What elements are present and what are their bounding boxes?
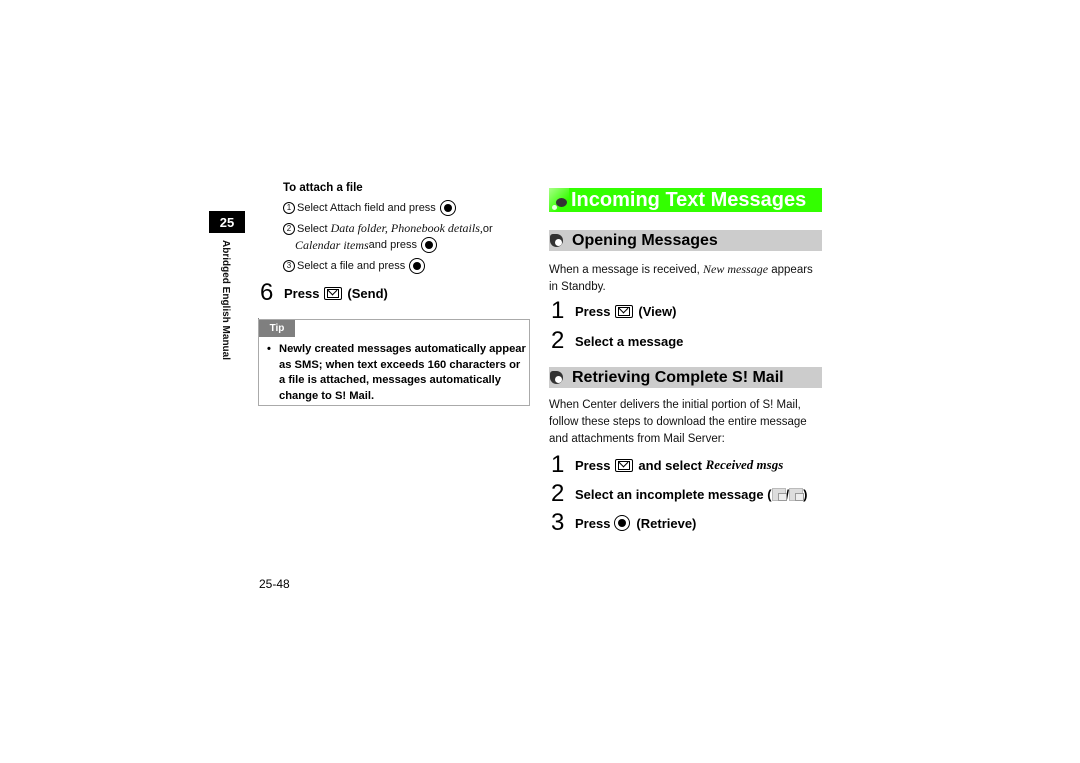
- step-text: Select an incomplete message ( / ): [575, 487, 808, 502]
- center-key-icon: [439, 200, 456, 216]
- step-number: 3: [551, 509, 565, 536]
- step-6-text: Press (Send): [284, 286, 388, 301]
- section-bullet-icon: [550, 371, 563, 384]
- retrieving-intro: When Center delivers the initial portion…: [549, 399, 807, 445]
- retrieving-step-2: 2 Select an incomplete message ( / ): [551, 482, 808, 506]
- attach-step-1-text: Select Attach field and press: [297, 202, 436, 214]
- mail-key-icon: [324, 286, 343, 300]
- attach-file-heading: To attach a file: [283, 182, 363, 194]
- attach-step-2-text-post: and press: [368, 239, 417, 251]
- bullet: •: [267, 343, 271, 355]
- retrieving-step-1: 1 Press and select Received msgs: [551, 453, 783, 477]
- section-bullet-icon: [550, 234, 563, 247]
- attach-step-1: 1 Select Attach field and press: [283, 200, 456, 216]
- section-heading-opening: Opening Messages: [549, 230, 822, 251]
- incomplete-message-icon: [771, 487, 787, 501]
- center-key-icon: [409, 258, 426, 274]
- opening-intro: When a message is received, New message …: [549, 261, 824, 296]
- step-text: Press (View): [575, 304, 676, 319]
- attach-step-2-text-pre: Select: [297, 222, 328, 235]
- press-label: Press: [575, 303, 611, 319]
- tip-text: • Newly created messages automatically a…: [267, 342, 529, 404]
- send-label: (Send): [347, 285, 388, 301]
- attach-step-2-options: Data folder, Phonebook details,: [330, 221, 483, 235]
- center-key-icon: [614, 515, 631, 531]
- attach-step-2: 2 Select Data folder, Phonebook details,…: [283, 221, 493, 236]
- section-heading-retrieving: Retrieving Complete S! Mail: [549, 367, 822, 388]
- page-title-text: Incoming Text Messages: [571, 188, 807, 211]
- intro-italic: New message: [703, 262, 769, 276]
- step-number: 2: [551, 327, 565, 354]
- select-label: and select: [638, 457, 703, 473]
- press-label: Press: [575, 515, 611, 531]
- section-heading-text: Retrieving Complete S! Mail: [572, 368, 784, 386]
- select-incomplete-label: Select an incomplete message (: [575, 486, 772, 502]
- step-number: 1: [551, 451, 565, 478]
- step-text: Press (Retrieve): [575, 515, 696, 531]
- chapter-label: Abridged English Manual: [220, 240, 231, 361]
- retrieving-step-3: 3 Press (Retrieve): [551, 511, 696, 535]
- retrieve-label: (Retrieve): [636, 515, 697, 531]
- attach-step-3-text: Select a file and press: [297, 260, 406, 272]
- opening-step-2: 2 Select a message: [551, 329, 683, 353]
- press-label: Press: [284, 285, 320, 301]
- mail-key-icon: [615, 458, 634, 472]
- step-number: 2: [551, 480, 565, 507]
- mail-key-icon: [615, 304, 634, 318]
- step-text: Press and select Received msgs: [575, 457, 783, 473]
- page-title: Incoming Text Messages: [549, 188, 822, 212]
- step-number: 6: [260, 279, 274, 306]
- press-label: Press: [575, 457, 611, 473]
- attach-step-3: 3 Select a file and press: [283, 258, 426, 274]
- view-label: (View): [638, 303, 677, 319]
- step-text: Select a message: [575, 333, 684, 349]
- tip-box: Tip • Newly created messages automatical…: [258, 319, 530, 406]
- attach-step-2-text-mid: or: [482, 222, 493, 235]
- step-number-circle: 2: [283, 222, 295, 235]
- incomplete-message-attachment-icon: [789, 487, 805, 501]
- attach-step-2-calendar: Calendar items: [295, 237, 369, 252]
- tip-body: Newly created messages automatically app…: [279, 343, 526, 402]
- center-key-icon: [420, 237, 437, 253]
- tip-label: Tip: [259, 320, 295, 337]
- step-number-circle: 3: [283, 260, 295, 272]
- chapter-number-tab: 25: [209, 211, 245, 233]
- section-heading-text: Opening Messages: [572, 231, 718, 249]
- received-msgs-label: Received msgs: [705, 457, 784, 472]
- step-number-circle: 1: [283, 202, 295, 214]
- opening-step-1: 1 Press (View): [551, 299, 676, 323]
- step-6: 6 Press (Send): [260, 281, 388, 305]
- intro-text: When a message is received,: [549, 264, 704, 276]
- attach-step-2-cont: Calendar items and press: [295, 237, 437, 253]
- page-number: 25-48: [259, 577, 290, 591]
- step-number: 1: [551, 297, 565, 324]
- title-bullet-icon: [549, 188, 571, 212]
